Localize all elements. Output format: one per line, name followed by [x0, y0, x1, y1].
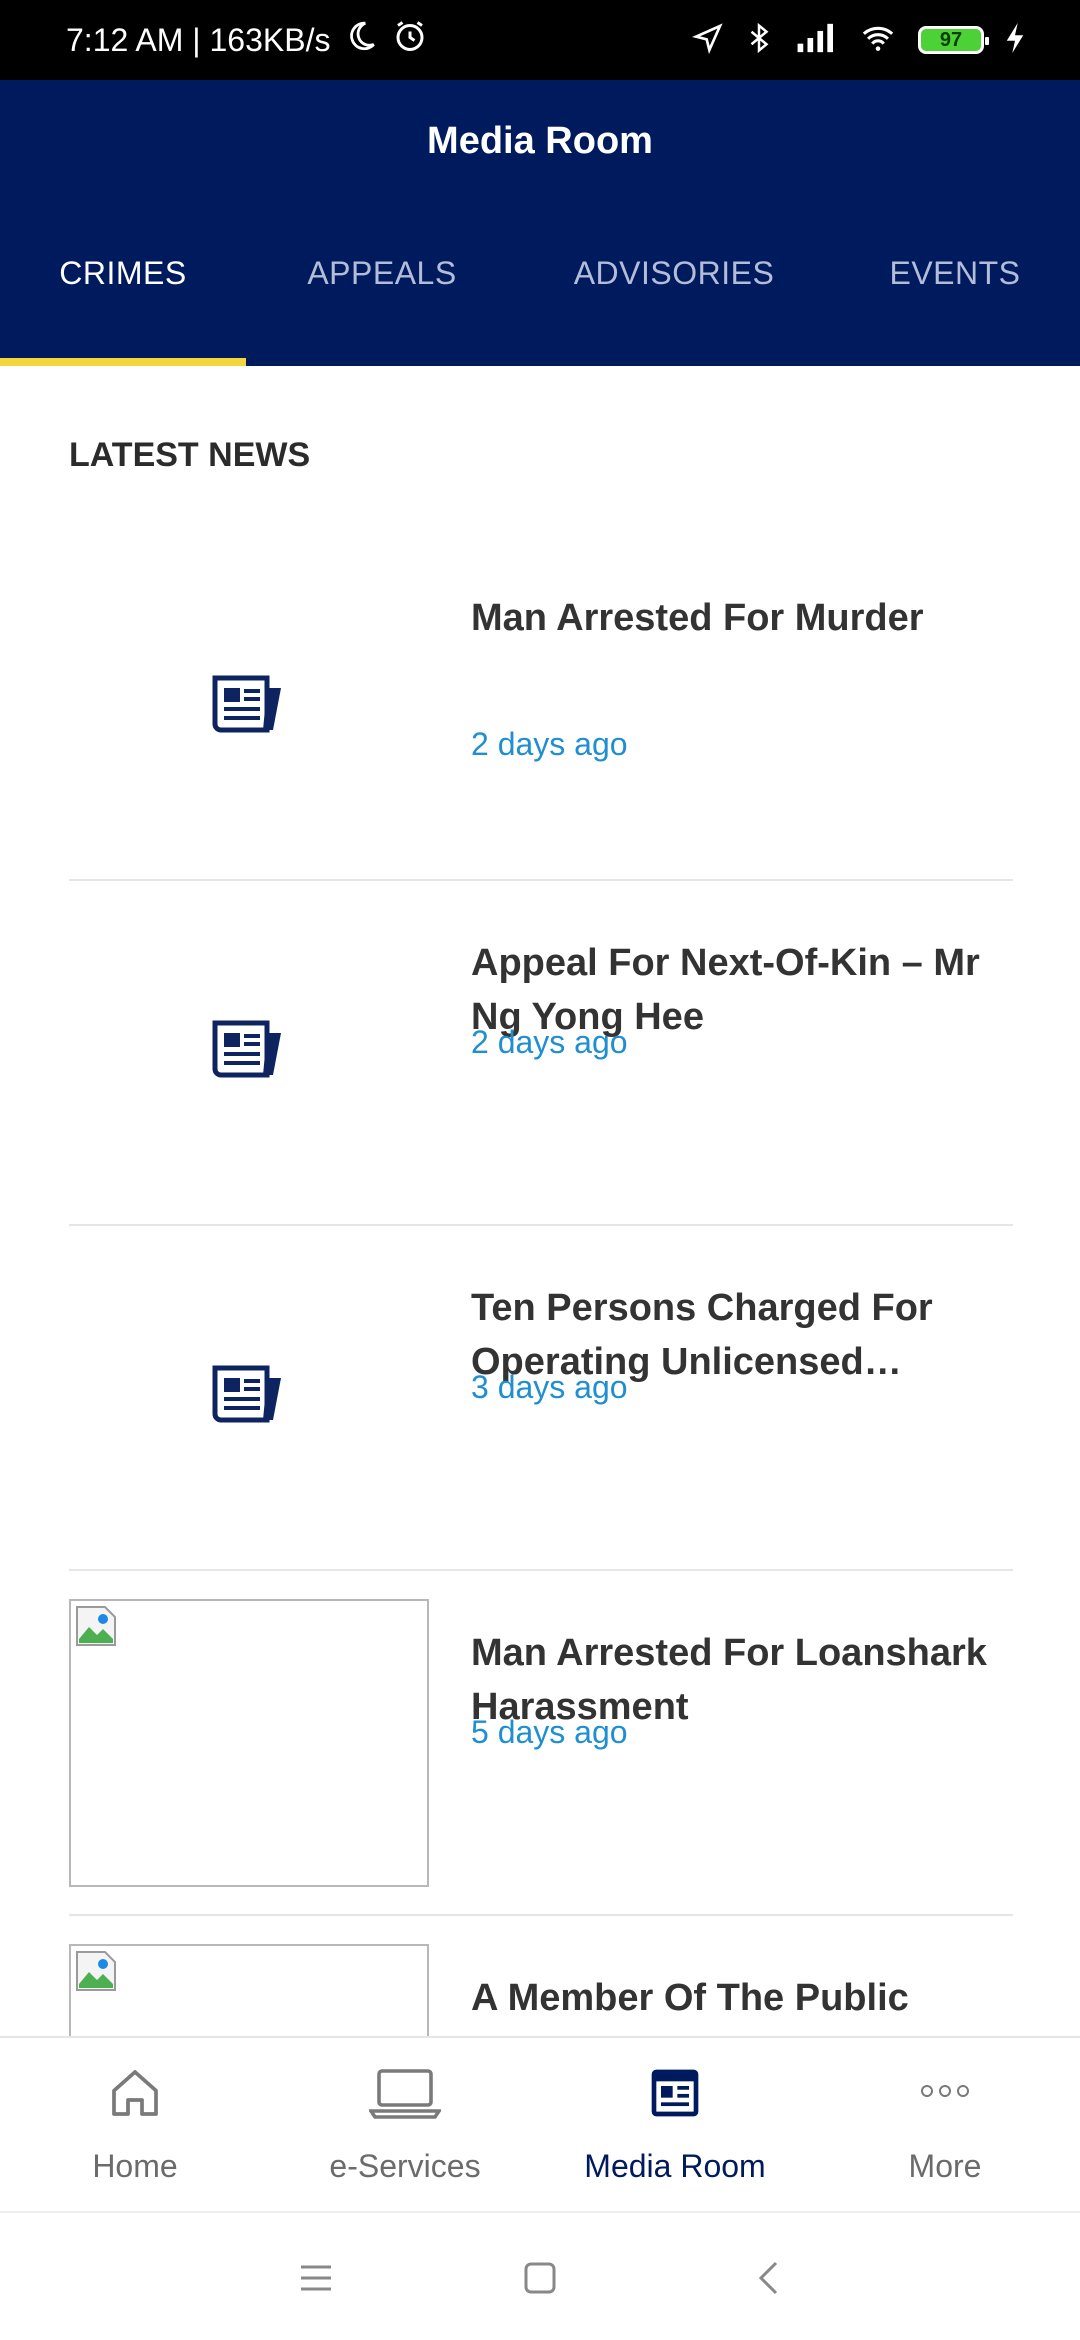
- nav-label: e-Services: [329, 2148, 481, 2184]
- home-icon: [107, 2058, 163, 2128]
- bottom-navigation: Home e-Services Media Room More: [0, 2036, 1080, 2211]
- news-time: 2 days ago: [471, 1024, 628, 1060]
- wifi-icon: [858, 21, 898, 60]
- tab-events[interactable]: EVENTS: [830, 255, 1080, 366]
- news-thumbnail: [69, 1254, 429, 1542]
- news-thumbnail: [69, 1944, 429, 2036]
- newspaper-icon: [211, 1019, 287, 1088]
- broken-image-icon: [75, 1950, 117, 1992]
- newspaper-icon: [211, 674, 287, 743]
- moon-icon: [344, 19, 378, 61]
- system-navigation: [0, 2211, 1080, 2340]
- laptop-icon: [369, 2058, 441, 2128]
- news-thumbnail: [69, 909, 429, 1197]
- broken-image-icon: [75, 1605, 117, 1647]
- home-square-icon[interactable]: [510, 2253, 570, 2303]
- tab-bar: CRIMES APPEALS ADVISORIES EVENTS: [0, 255, 1080, 366]
- news-item[interactable]: Ten Persons Charged For Operating Unlice…: [69, 1226, 1013, 1571]
- news-title: A Member Of The Public Presented With Pu…: [471, 1977, 920, 2036]
- tab-advisories[interactable]: ADVISORIES: [518, 255, 830, 366]
- news-time: 2 days ago: [471, 726, 628, 762]
- nav-home[interactable]: Home: [0, 2038, 270, 2213]
- nav-e-services[interactable]: e-Services: [270, 2038, 540, 2213]
- news-item[interactable]: Man Arrested For Loanshark Harassment 5 …: [69, 1571, 1013, 1916]
- tab-active-indicator: [0, 358, 246, 366]
- nav-label: Home: [92, 2148, 178, 2184]
- tab-appeals[interactable]: APPEALS: [246, 255, 518, 366]
- status-bar: 7:12 AM | 163KB/s 97: [0, 0, 1080, 80]
- news-item[interactable]: A Member Of The Public Presented With Pu…: [69, 1916, 1013, 2036]
- menu-icon[interactable]: [286, 2253, 346, 2303]
- battery-indicator: 97: [918, 26, 989, 54]
- app-header: Media Room CRIMES APPEALS ADVISORIES EVE…: [0, 80, 1080, 366]
- page-title: Media Room: [427, 120, 653, 162]
- news-list-container[interactable]: LATEST NEWS Man Arrested For Murder 2 da…: [0, 366, 1080, 2036]
- news-time: 5 days ago: [471, 1714, 628, 1750]
- nav-label: Media Room: [584, 2148, 766, 2184]
- status-left: 7:12 AM | 163KB/s: [66, 18, 428, 62]
- charging-icon: [1004, 21, 1026, 60]
- newspaper-icon: [211, 1364, 287, 1433]
- news-title: Man Arrested For Murder: [471, 597, 924, 639]
- section-title: LATEST NEWS: [69, 436, 311, 474]
- newspaper-icon: [647, 2058, 703, 2128]
- status-right: 97: [691, 21, 1026, 60]
- signal-icon: [794, 21, 838, 60]
- status-time: 7:12 AM | 163KB/s: [66, 21, 331, 58]
- location-icon: [691, 22, 724, 59]
- news-time: 3 days ago: [471, 1369, 628, 1405]
- tab-crimes[interactable]: CRIMES: [0, 255, 246, 366]
- news-thumbnail: [69, 564, 429, 852]
- news-item[interactable]: Appeal For Next-Of-Kin – Mr Ng Yong Hee …: [69, 881, 1013, 1226]
- nav-label: More: [908, 2148, 982, 2184]
- more-icon: [917, 2058, 973, 2128]
- nav-more[interactable]: More: [810, 2038, 1080, 2213]
- news-thumbnail: [69, 1599, 429, 1887]
- alarm-icon: [392, 18, 428, 62]
- nav-media-room[interactable]: Media Room: [540, 2038, 810, 2213]
- bluetooth-icon: [744, 21, 774, 60]
- back-icon[interactable]: [738, 2253, 798, 2303]
- news-item[interactable]: Man Arrested For Murder 2 days ago: [69, 536, 1013, 881]
